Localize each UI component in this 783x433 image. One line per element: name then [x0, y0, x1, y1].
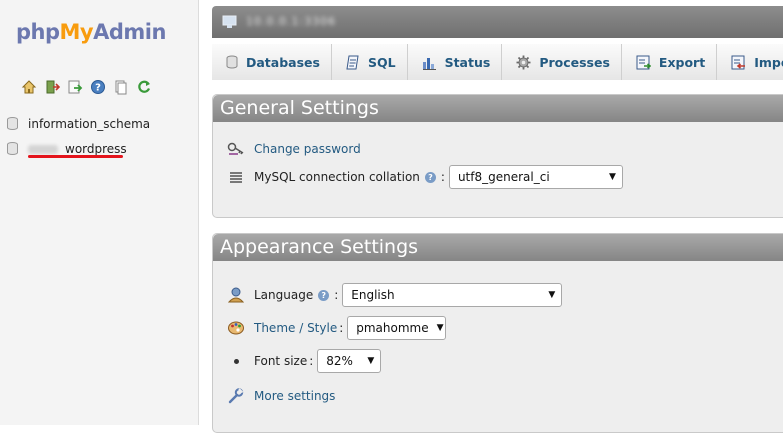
sql-icon: [346, 55, 359, 69]
dropdown-arrow-icon: ▼: [367, 356, 375, 366]
palette-icon: [227, 320, 245, 336]
svg-text:?: ?: [95, 83, 101, 94]
tab-label: Databases: [246, 54, 320, 70]
database-list: information_schema _wordpress: [0, 111, 198, 161]
status-icon: [422, 57, 436, 70]
tab-export[interactable]: Export: [621, 44, 718, 80]
dropdown-arrow-icon: ▼: [436, 323, 444, 333]
collation-row: MySQL connection collation ? : utf8_gene…: [227, 165, 623, 189]
tab-status[interactable]: Status: [407, 44, 503, 80]
theme-style-link[interactable]: Theme / Style: [254, 321, 337, 335]
more-settings-row: More settings: [227, 388, 335, 404]
query-window-icon[interactable]: [67, 79, 83, 95]
language-select[interactable]: English ▼: [342, 283, 563, 307]
help-icon[interactable]: ?: [424, 171, 436, 183]
navigation-panel: phpMyAdmin ? information_schema _wordpre…: [0, 0, 199, 425]
database-name: information_schema: [28, 116, 151, 131]
tab-label: Status: [444, 54, 491, 70]
help-icon[interactable]: ?: [318, 289, 330, 301]
logo-text-admin: Admin: [93, 20, 166, 44]
home-icon[interactable]: [21, 79, 37, 95]
red-underline-annotation: [28, 155, 123, 158]
help-icon[interactable]: ?: [90, 79, 106, 95]
logout-icon[interactable]: [44, 79, 61, 95]
export-icon: [636, 55, 651, 69]
colon: :: [339, 321, 344, 335]
font-size-select[interactable]: 82% ▼: [317, 349, 382, 373]
appearance-settings-panel: Appearance Settings Language ? : English…: [212, 233, 783, 433]
bullet-icon: [227, 353, 245, 369]
logo-text-php: php: [16, 20, 60, 44]
wrench-icon: [227, 388, 245, 404]
database-item-information-schema[interactable]: information_schema: [0, 111, 198, 136]
tab-sql[interactable]: SQL: [331, 44, 408, 80]
reload-icon[interactable]: [136, 79, 152, 95]
theme-value: pmahomme: [356, 321, 429, 335]
collation-label: MySQL connection collation: [254, 170, 420, 184]
font-size-row: Font size : 82% ▼: [227, 349, 382, 373]
theme-select[interactable]: pmahomme ▼: [347, 316, 447, 340]
tab-label: Import: [754, 54, 783, 70]
server-breadcrumb: 10.0.0.1:3306: [212, 6, 783, 38]
theme-row: Theme / Style : pmahomme ▼: [227, 316, 447, 340]
more-settings-link[interactable]: More settings: [254, 389, 335, 403]
dropdown-arrow-icon: ▼: [609, 172, 616, 182]
database-name-suffix: _wordpress: [59, 141, 127, 156]
tab-import[interactable]: Import: [717, 44, 783, 80]
database-icon: [7, 142, 18, 155]
processes-icon: [516, 55, 531, 69]
language-icon: [227, 287, 245, 303]
language-row: Language ? : English ▼: [227, 283, 563, 307]
general-settings-panel: General Settings Change password MySQL c…: [212, 94, 783, 218]
navigation-icons: ?: [21, 79, 152, 95]
collation-value: utf8_general_ci: [457, 170, 550, 184]
database-name: _wordpress: [28, 142, 127, 156]
server-icon: [222, 15, 237, 28]
tab-databases[interactable]: Databases: [212, 44, 332, 80]
key-icon: [227, 141, 245, 157]
colon: :: [309, 354, 314, 368]
tab-processes[interactable]: Processes: [502, 44, 622, 80]
server-name[interactable]: 10.0.0.1:3306: [246, 15, 336, 28]
panel-title: Appearance Settings: [213, 234, 783, 261]
language-value: English: [351, 288, 395, 302]
database-icon: [226, 55, 238, 69]
list-icon: [227, 169, 245, 185]
tab-label: Export: [658, 54, 706, 70]
dropdown-arrow-icon: ▼: [548, 290, 556, 300]
change-password-row: Change password: [227, 141, 361, 157]
redacted-prefix: [28, 144, 58, 154]
colon: :: [440, 170, 445, 184]
language-label: Language: [254, 288, 314, 302]
tab-label: SQL: [367, 54, 396, 70]
colon: :: [334, 288, 339, 302]
tab-label: Processes: [539, 54, 610, 70]
phpmyadmin-logo[interactable]: phpMyAdmin: [16, 20, 166, 44]
main-frame: 10.0.0.1:3306 Databases SQL Status Proce…: [212, 0, 783, 433]
documentation-icon[interactable]: [113, 79, 129, 95]
font-size-value: 82%: [326, 354, 353, 368]
font-size-label: Font size: [254, 354, 308, 368]
top-menu-tabs: Databases SQL Status Processes Export Im…: [212, 44, 783, 80]
collation-select[interactable]: utf8_general_ci ▼: [448, 165, 623, 189]
database-icon: [7, 117, 18, 130]
change-password-link[interactable]: Change password: [254, 142, 361, 156]
logo-text-my: My: [59, 20, 94, 44]
import-icon: [731, 55, 746, 69]
panel-title: General Settings: [213, 95, 783, 122]
